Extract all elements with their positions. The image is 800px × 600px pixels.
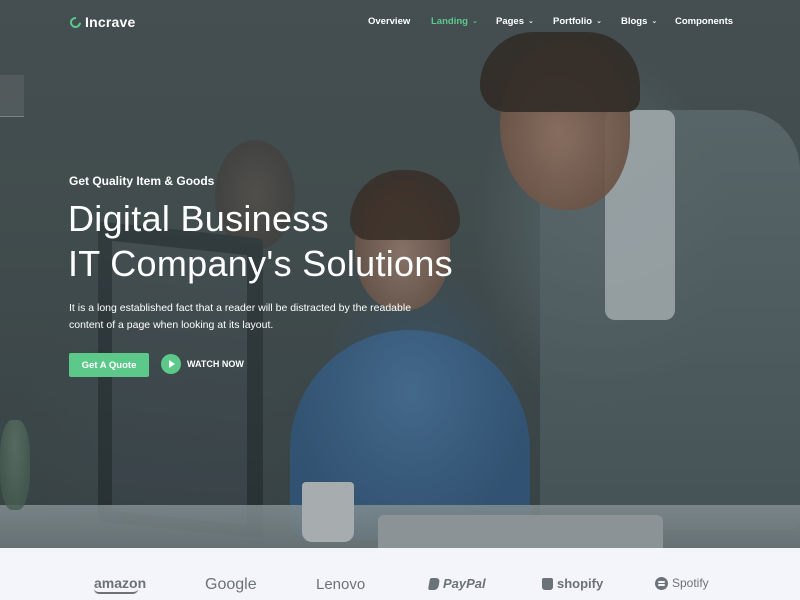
shopify-bag-icon: [542, 577, 553, 590]
hero-title-line2: IT Company's Solutions: [68, 243, 453, 284]
paypal-logo: PayPal: [427, 576, 486, 591]
chevron-down-icon: ⌄: [471, 18, 478, 25]
nav-item-label: Pages: [496, 16, 524, 27]
nav-item-label: Blogs: [621, 16, 648, 27]
shopify-logo: shopify: [542, 576, 603, 591]
chevron-down-icon: ⌄: [528, 18, 534, 25]
lenovo-logo: Lenovo: [316, 576, 365, 593]
chevron-down-icon: ⌄: [596, 18, 602, 25]
nav-item-components[interactable]: Components: [675, 16, 733, 27]
nav-item-label: Overview: [368, 16, 411, 27]
spotify-logo: Spotify: [655, 576, 709, 590]
lenovo-logo-text: Lenovo: [316, 576, 366, 593]
hero-description: It is a long established fact that a rea…: [69, 302, 412, 331]
shopify-logo-text: shopify: [557, 576, 604, 591]
spotify-logo-text: Spotify: [672, 576, 709, 590]
watch-now-button[interactable]: WATCH NOW: [161, 354, 244, 374]
client-logos-strip: amazon Google Lenovo PayPal shopify Spot…: [0, 548, 800, 600]
side-tab[interactable]: [0, 75, 24, 117]
nav-item-label: Components: [675, 16, 734, 27]
paypal-logo-text: PayPal: [443, 576, 486, 591]
hero-eyebrow: Get Quality Item & Goods: [69, 174, 215, 188]
nav-item-label: Landing: [431, 16, 468, 27]
chevron-down-icon: ⌄: [651, 18, 658, 25]
watch-now-label: WATCH NOW: [187, 359, 244, 369]
hero-section: Incrave Overview Landing ⌄ Pages ⌄ Portf…: [0, 0, 800, 548]
nav-item-landing[interactable]: Landing ⌄: [431, 16, 478, 27]
hero-title-line1: Digital Business: [68, 198, 329, 239]
amazon-logo: amazon: [94, 575, 146, 594]
nav-item-label: Portfolio: [553, 16, 593, 27]
google-logo-text: Google: [205, 576, 257, 593]
get-quote-button[interactable]: Get A Quote: [69, 353, 149, 377]
nav-item-blogs[interactable]: Blogs ⌄: [621, 16, 657, 27]
nav-item-pages[interactable]: Pages ⌄: [496, 16, 534, 27]
nav-item-overview[interactable]: Overview: [368, 16, 410, 27]
spotify-icon: [655, 576, 668, 590]
nav-item-portfolio[interactable]: Portfolio ⌄: [553, 16, 602, 27]
top-navbar: Incrave Overview Landing ⌄ Pages ⌄ Portf…: [0, 0, 800, 44]
google-logo: Google: [205, 576, 257, 594]
paypal-icon: [427, 577, 441, 590]
amazon-smile-icon: [94, 589, 138, 594]
play-icon: [161, 354, 181, 374]
main-menu: Overview Landing ⌄ Pages ⌄ Portfolio ⌄ B…: [0, 16, 800, 30]
